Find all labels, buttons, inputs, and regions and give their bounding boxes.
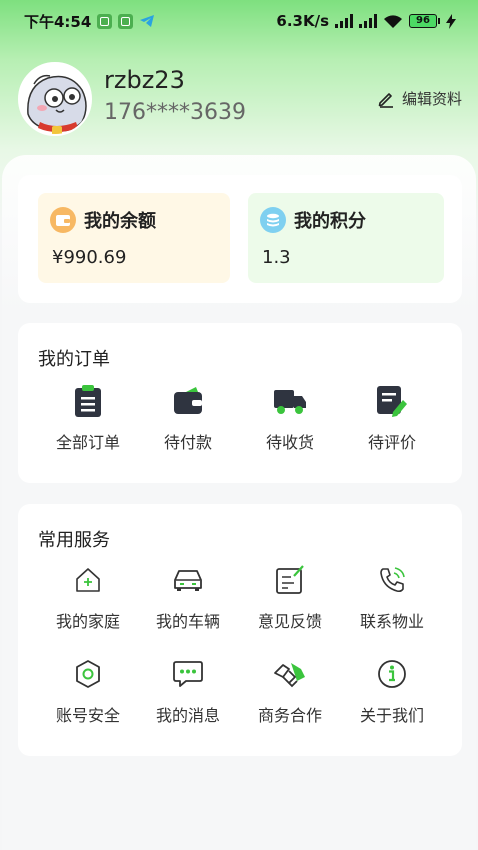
order-unpaid-button[interactable]: 待付款 bbox=[138, 381, 238, 453]
phone-number: 176****3639 bbox=[104, 100, 246, 125]
notification-app-icon bbox=[97, 13, 113, 29]
order-all-label: 全部订单 bbox=[55, 433, 120, 452]
orders-card: 我的订单 全部订单 待付款 待收货 待评价 bbox=[18, 323, 462, 483]
info-icon bbox=[378, 660, 406, 688]
points-label: 我的积分 bbox=[294, 211, 366, 232]
cat-avatar-icon bbox=[20, 64, 90, 134]
wallet-icon bbox=[50, 207, 76, 233]
phone-icon bbox=[380, 567, 405, 593]
service-feedback-label: 意见反馈 bbox=[257, 612, 322, 631]
service-family-label: 我的家庭 bbox=[55, 612, 120, 631]
wallet-card: 我的余额 ¥990.69 我的积分 1.3 bbox=[18, 175, 462, 303]
signal-icon bbox=[359, 14, 377, 28]
username: rzbz23 bbox=[104, 66, 185, 94]
feedback-icon bbox=[276, 565, 304, 594]
order-unreviewed-label: 待评价 bbox=[367, 433, 416, 452]
telegram-icon bbox=[140, 15, 155, 27]
service-vehicle-button[interactable]: 我的车辆 bbox=[138, 560, 238, 632]
service-security-button[interactable]: 账号安全 bbox=[38, 654, 138, 726]
service-family-button[interactable]: 我的家庭 bbox=[38, 560, 138, 632]
order-unpaid-label: 待付款 bbox=[163, 433, 212, 452]
order-all-button[interactable]: 全部订单 bbox=[38, 381, 138, 453]
shield-icon bbox=[76, 660, 100, 688]
avatar[interactable] bbox=[18, 62, 92, 136]
battery-level: 96 bbox=[409, 14, 437, 28]
order-unreceived-button[interactable]: 待收货 bbox=[240, 381, 340, 453]
edit-profile-button[interactable]: 编辑资料 bbox=[377, 88, 462, 109]
services-title: 常用服务 bbox=[38, 530, 110, 551]
points-value: 1.3 bbox=[262, 247, 291, 268]
service-vehicle-label: 我的车辆 bbox=[155, 612, 220, 631]
edit-profile-label: 编辑资料 bbox=[401, 90, 462, 108]
pencil-icon bbox=[378, 92, 393, 108]
notification-app-icon bbox=[118, 13, 134, 29]
order-unreviewed-button[interactable]: 待评价 bbox=[342, 381, 442, 453]
network-speed: 6.3K/s bbox=[276, 12, 329, 30]
balance-label: 我的余额 bbox=[84, 211, 156, 232]
signal-icon bbox=[335, 14, 353, 28]
wifi-icon bbox=[384, 14, 402, 28]
coins-icon bbox=[260, 207, 286, 233]
service-about-button[interactable]: 关于我们 bbox=[342, 654, 442, 726]
review-icon bbox=[377, 386, 407, 417]
clipboard-icon bbox=[75, 385, 101, 417]
battery-icon: 96 bbox=[409, 14, 440, 28]
wallet-icon bbox=[174, 387, 202, 414]
service-feedback-button[interactable]: 意见反馈 bbox=[240, 560, 340, 632]
service-business-button[interactable]: 商务合作 bbox=[240, 654, 340, 726]
service-about-label: 关于我们 bbox=[359, 706, 424, 725]
service-contact-button[interactable]: 联系物业 bbox=[342, 560, 442, 632]
balance-value: ¥990.69 bbox=[52, 247, 127, 268]
service-messages-button[interactable]: 我的消息 bbox=[138, 654, 238, 726]
service-security-label: 账号安全 bbox=[55, 706, 120, 725]
status-bar: 下午4:54 6.3K/s 96 bbox=[0, 0, 478, 42]
truck-icon bbox=[274, 390, 306, 414]
home-icon bbox=[76, 568, 100, 592]
car-icon bbox=[174, 570, 202, 591]
services-card: 常用服务 我的家庭 我的车辆 意见反馈 联系物业 账号安全 我的消息 商务合作 … bbox=[18, 504, 462, 756]
handshake-icon bbox=[274, 663, 305, 688]
service-messages-label: 我的消息 bbox=[155, 706, 220, 725]
service-business-label: 商务合作 bbox=[257, 706, 322, 725]
message-icon bbox=[173, 661, 203, 687]
service-contact-label: 联系物业 bbox=[359, 612, 424, 631]
points-box[interactable]: 我的积分 1.3 bbox=[248, 193, 444, 283]
orders-title: 我的订单 bbox=[38, 349, 110, 370]
charging-icon bbox=[446, 13, 456, 29]
order-unreceived-label: 待收货 bbox=[265, 433, 314, 452]
status-time: 下午4:54 bbox=[24, 12, 92, 31]
balance-box[interactable]: 我的余额 ¥990.69 bbox=[38, 193, 230, 283]
